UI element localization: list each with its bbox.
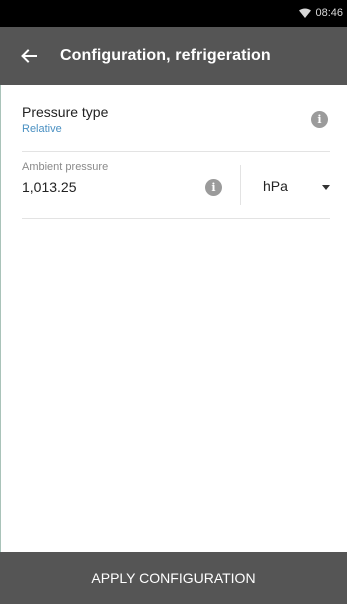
pressure-type-value: Relative [22,123,62,135]
pressure-type-row[interactable]: Pressure type Relative i [22,85,330,152]
status-indicators: 08:46 [299,7,343,19]
info-icon[interactable]: i [311,111,328,128]
dropdown-icon [322,185,330,190]
page-title: Configuration, refrigeration [60,47,271,64]
wifi-icon [299,8,312,18]
ambient-pressure-row: Ambient pressure 1,013.25 i hPa [22,152,330,219]
app-bar: Configuration, refrigeration [0,27,347,85]
pressure-type-label: Pressure type [22,104,109,120]
back-arrow-icon[interactable] [20,47,38,65]
vertical-divider [240,165,241,205]
configuration-screen: 08:46 Configuration, refrigeration Press… [0,0,347,604]
info-icon[interactable]: i [205,179,222,196]
apply-configuration-button[interactable]: APPLY CONFIGURATION [0,552,347,604]
status-time: 08:46 [315,7,343,19]
ambient-pressure-value[interactable]: 1,013.25 [22,179,77,195]
unit-selected-value: hPa [263,178,288,194]
status-bar: 08:46 [0,0,347,27]
ambient-pressure-label: Ambient pressure [22,161,109,173]
unit-select[interactable]: hPa [254,170,330,200]
